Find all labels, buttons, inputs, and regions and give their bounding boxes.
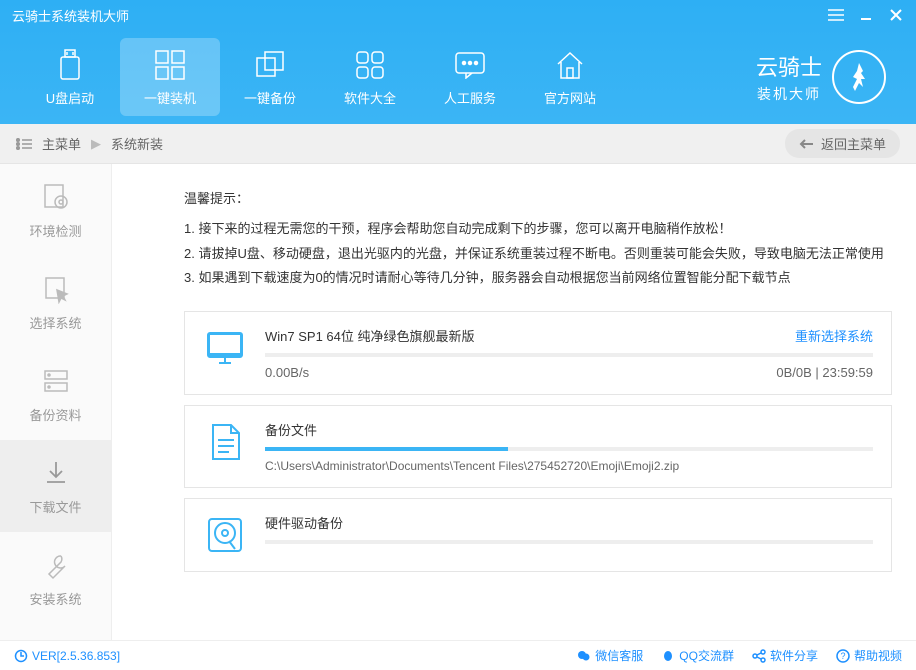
window-title: 云骑士系统装机大师: [12, 6, 828, 25]
download-status: 0B/0B | 23:59:59: [776, 365, 873, 380]
minimize-button[interactable]: [858, 7, 874, 23]
download-speed: 0.00B/s: [265, 365, 309, 380]
share-link[interactable]: 软件分享: [752, 647, 818, 664]
share-icon: [752, 649, 766, 663]
gear-doc-icon: [40, 181, 72, 213]
nav-website[interactable]: 官方网站: [520, 38, 620, 116]
home-icon: [553, 48, 587, 82]
monitor-icon: [203, 326, 247, 370]
sidebar-item-install[interactable]: 安装系统: [0, 532, 111, 624]
breadcrumb-root[interactable]: 主菜单: [42, 134, 81, 153]
sidebar-item-env-check[interactable]: 环境检测: [0, 164, 111, 256]
refresh-icon: [14, 649, 28, 663]
wrench-icon: [40, 549, 72, 581]
sidebar-item-backup-data[interactable]: 备份资料: [0, 348, 111, 440]
qq-icon: [661, 649, 675, 663]
tips-list: 1. 接下来的过程无需您的干预，程序会帮助您自动完成剩下的步骤，您可以离开电脑稍…: [184, 217, 892, 291]
backup-title: 备份文件: [265, 420, 873, 439]
driver-backup-title: 硬件驱动备份: [265, 513, 873, 532]
sidebar: 环境检测 选择系统 备份资料 下载文件 安装系统: [0, 164, 112, 640]
menu-icon[interactable]: [828, 7, 844, 23]
nav-usb-boot[interactable]: U盘启动: [20, 38, 120, 116]
sidebar-item-download[interactable]: 下载文件: [0, 440, 111, 532]
backup-progress: [265, 447, 873, 451]
close-button[interactable]: [888, 7, 904, 23]
reselect-system-link[interactable]: 重新选择系统: [795, 326, 873, 345]
nav-one-click-backup[interactable]: 一键备份: [220, 38, 320, 116]
qq-group-link[interactable]: QQ交流群: [661, 647, 734, 664]
nav-support[interactable]: 人工服务: [420, 38, 520, 116]
svg-text:?: ?: [840, 651, 845, 661]
backup-path: C:\Users\Administrator\Documents\Tencent…: [265, 459, 873, 473]
footer: VER[2.5.36.853] 微信客服 QQ交流群 软件分享 ? 帮助视频: [0, 640, 916, 670]
wechat-icon: [577, 649, 591, 663]
cursor-doc-icon: [40, 273, 72, 305]
backup-card: 备份文件 C:\Users\Administrator\Documents\Te…: [184, 405, 892, 488]
nav-one-click-install[interactable]: 一键装机: [120, 38, 220, 116]
tips-title: 温馨提示：: [184, 188, 892, 207]
brand: 云骑士 装机大师: [756, 50, 896, 104]
help-video-link[interactable]: ? 帮助视频: [836, 647, 902, 664]
nav-software[interactable]: 软件大全: [320, 38, 420, 116]
back-button[interactable]: 返回主菜单: [785, 129, 900, 158]
apps-icon: [353, 48, 387, 82]
disk-icon: [203, 513, 247, 557]
server-icon: [40, 365, 72, 397]
file-icon: [203, 420, 247, 464]
breadcrumb-current: 系统新装: [111, 134, 163, 153]
chat-icon: [453, 48, 487, 82]
copy-icon: [253, 48, 287, 82]
system-name: Win7 SP1 64位 纯净绿色旗舰最新版: [265, 326, 475, 345]
driver-card: 硬件驱动备份: [184, 498, 892, 572]
usb-icon: [53, 48, 87, 82]
wechat-support-link[interactable]: 微信客服: [577, 647, 643, 664]
sidebar-item-select-system[interactable]: 选择系统: [0, 256, 111, 348]
chevron-right-icon: ▶: [91, 136, 101, 152]
list-icon: [16, 138, 32, 150]
driver-progress: [265, 540, 873, 544]
download-progress: [265, 353, 873, 357]
knight-logo-icon: [832, 50, 886, 104]
version-label[interactable]: VER[2.5.36.853]: [14, 649, 120, 663]
windows-icon: [153, 48, 187, 82]
breadcrumb: 主菜单 ▶ 系统新装 返回主菜单: [0, 124, 916, 164]
help-icon: ?: [836, 649, 850, 663]
download-card: Win7 SP1 64位 纯净绿色旗舰最新版 重新选择系统 0.00B/s 0B…: [184, 311, 892, 395]
back-arrow-icon: [799, 138, 815, 150]
download-icon: [40, 457, 72, 489]
